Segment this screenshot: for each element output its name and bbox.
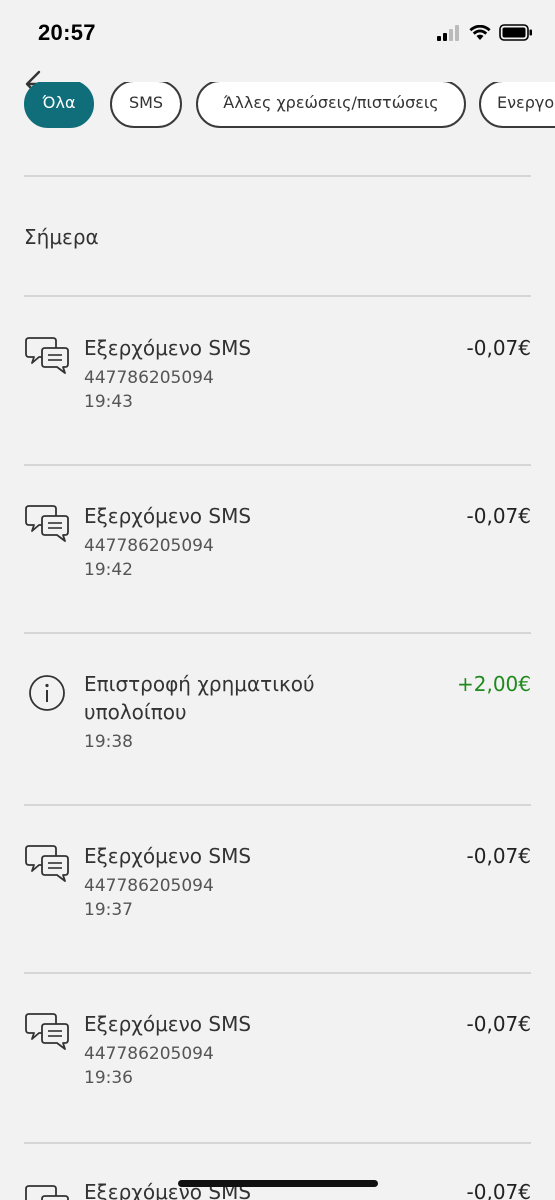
transaction-row[interactable]: Εξερχόμενο SMS 447786205094 19:36 -0,07€ <box>0 1010 555 1110</box>
transaction-time: 19:37 <box>84 900 133 920</box>
status-time: 20:57 <box>38 20 96 45</box>
home-indicator <box>178 1180 378 1187</box>
divider <box>24 632 531 634</box>
filter-chip-other-charges[interactable]: Άλλες χρεώσεις/πιστώσεις <box>196 82 466 128</box>
status-icons <box>437 24 533 41</box>
chat-bubbles-icon <box>25 1013 69 1050</box>
transaction-title: Εξερχόμενο SMS <box>84 336 252 360</box>
signal-icon <box>437 24 459 41</box>
transaction-row[interactable]: Εξερχόμενο SMS 447786205094 19:43 -0,07€ <box>0 334 555 434</box>
divider <box>24 295 531 297</box>
transaction-time: 19:42 <box>84 560 133 580</box>
divider <box>24 972 531 974</box>
transaction-row[interactable]: Εξερχόμενο SMS 447786205094 19:37 -0,07€ <box>0 842 555 942</box>
transaction-title: Εξερχόμενο SMS <box>84 504 252 528</box>
filter-chip-all[interactable]: Όλα <box>24 82 94 128</box>
info-icon <box>29 675 65 711</box>
transaction-amount: -0,07€ <box>466 1012 531 1036</box>
transaction-title: Εξερχόμενο SMS <box>84 844 252 868</box>
divider <box>24 175 531 177</box>
transaction-number: 447786205094 <box>84 876 214 896</box>
section-title-today: Σήμερα <box>24 225 99 249</box>
chat-bubbles-icon <box>25 845 69 882</box>
divider <box>24 804 531 806</box>
transaction-title: Εξερχόμενο SMS <box>84 1012 252 1036</box>
transaction-time: 19:43 <box>84 392 133 412</box>
transaction-title: Επιστροφή χρηματικού υπολοίπου <box>84 672 315 724</box>
divider <box>24 1142 531 1144</box>
filter-chips: Όλα SMS Άλλες χρεώσεις/πιστώσεις Ενεργο <box>0 82 555 134</box>
chat-bubbles-icon <box>25 505 69 542</box>
transaction-time: 19:36 <box>84 1068 133 1088</box>
chat-bubbles-icon <box>25 1185 69 1200</box>
transaction-amount: -0,07€ <box>466 504 531 528</box>
divider <box>24 464 531 466</box>
transaction-amount: -0,07€ <box>466 1180 531 1200</box>
transaction-number: 447786205094 <box>84 536 214 556</box>
chat-bubbles-icon <box>25 337 69 374</box>
transaction-row[interactable]: Εξερχόμενο SMS 447786205094 19:42 -0,07€ <box>0 502 555 602</box>
transaction-time: 19:38 <box>84 732 133 752</box>
transaction-amount: -0,07€ <box>466 844 531 868</box>
status-bar: 20:57 <box>0 0 555 66</box>
transaction-number: 447786205094 <box>84 368 214 388</box>
transaction-amount: -0,07€ <box>466 336 531 360</box>
wifi-icon <box>469 24 491 40</box>
battery-icon <box>499 24 532 41</box>
transaction-amount: +2,00€ <box>456 672 531 696</box>
filter-chip-sms[interactable]: SMS <box>110 82 182 128</box>
transaction-row[interactable]: Επιστροφή χρηματικού υπολοίπου 19:38 +2,… <box>0 670 555 780</box>
transaction-number: 447786205094 <box>84 1044 214 1064</box>
filter-chip-activations[interactable]: Ενεργο <box>479 82 555 128</box>
